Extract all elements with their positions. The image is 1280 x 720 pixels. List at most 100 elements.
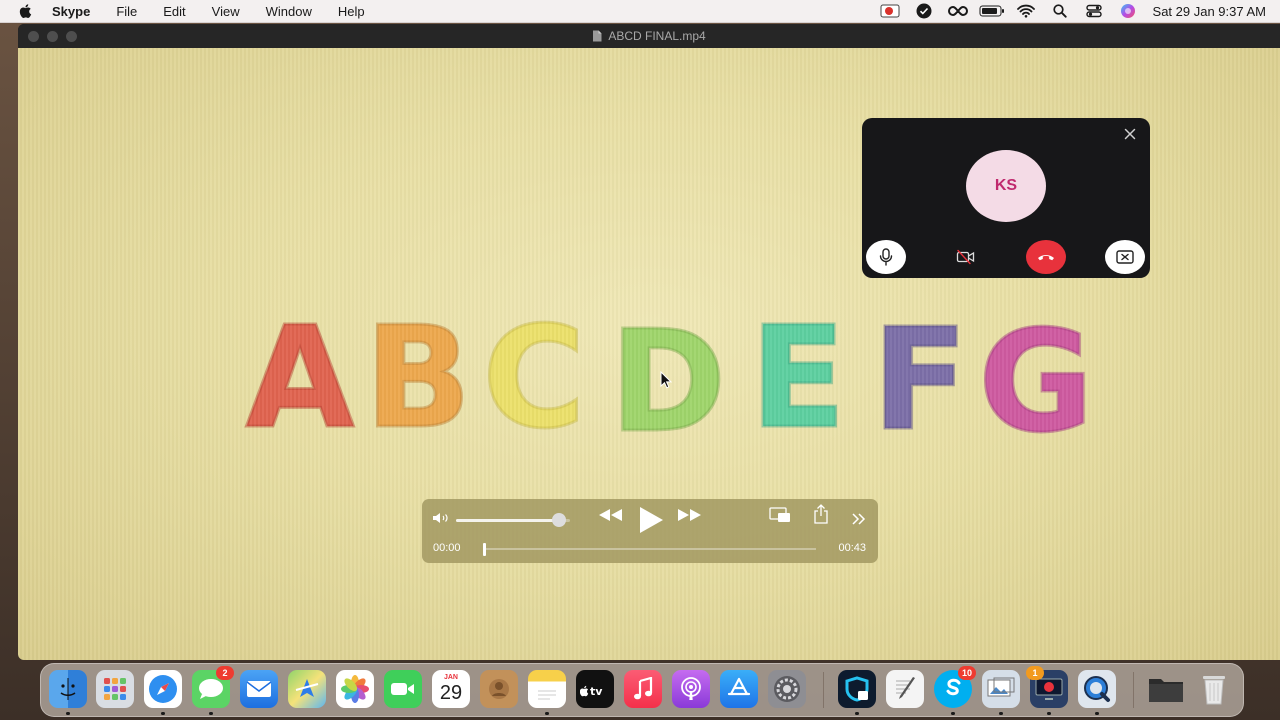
dock-facetime[interactable] xyxy=(384,670,422,708)
menu-help[interactable]: Help xyxy=(325,4,378,19)
dock-mail[interactable] xyxy=(240,670,278,708)
spotlight-search-icon[interactable] xyxy=(1043,0,1077,22)
dock-separator-2 xyxy=(1133,672,1134,708)
dock-separator-1 xyxy=(823,672,824,708)
dock-system-preferences[interactable] xyxy=(768,670,806,708)
video-letter-f: F xyxy=(872,299,968,438)
mail-envelope-icon xyxy=(246,681,272,697)
volume-knob[interactable] xyxy=(551,513,566,527)
hang-up-icon xyxy=(1038,255,1054,261)
dock-contacts[interactable] xyxy=(480,670,518,708)
dock-maps[interactable] xyxy=(288,670,326,708)
dock-photos[interactable] xyxy=(336,670,374,708)
dock-trash[interactable] xyxy=(1195,670,1233,708)
menu-app-name[interactable]: Skype xyxy=(44,4,103,19)
messages-bubble-icon xyxy=(199,679,223,699)
video-letter-e: E xyxy=(750,298,846,438)
video-off-icon xyxy=(956,249,975,265)
messages-running-indicator xyxy=(209,712,213,715)
play-icon xyxy=(640,507,663,533)
apple-tv-icon: tv xyxy=(580,685,603,697)
quicktime-running-indicator xyxy=(1095,712,1099,715)
svg-text:tv: tv xyxy=(590,685,603,697)
more-options-button[interactable] xyxy=(848,509,870,529)
screen-record-icon[interactable] xyxy=(873,0,907,22)
total-duration: 00:43 xyxy=(838,542,866,554)
rewind-icon xyxy=(599,509,622,521)
wifi-icon[interactable] xyxy=(1009,0,1043,22)
gear-icon xyxy=(774,676,800,702)
dock-quicktime[interactable] xyxy=(1078,670,1116,708)
skype-running-indicator xyxy=(951,712,955,715)
timeline-scrubber[interactable] xyxy=(483,543,816,556)
creative-cloud-icon[interactable] xyxy=(941,0,975,22)
video-toggle-button[interactable] xyxy=(946,240,986,274)
dock-app-store[interactable] xyxy=(720,670,758,708)
playhead[interactable] xyxy=(483,543,486,556)
close-icon[interactable] xyxy=(1122,126,1138,142)
volume-level xyxy=(456,519,559,522)
dock-folder[interactable] xyxy=(1147,670,1185,708)
dock-skype[interactable]: 10 xyxy=(934,666,976,708)
window-zoom-button[interactable] xyxy=(66,31,77,42)
play-button[interactable] xyxy=(636,503,666,537)
menu-edit[interactable]: Edit xyxy=(150,4,198,19)
skype-call-window[interactable]: KS xyxy=(862,118,1150,278)
mute-button[interactable] xyxy=(866,240,906,274)
maps-icon xyxy=(295,679,319,697)
screen-share-running-indicator xyxy=(1047,712,1051,715)
dock-apple-tv[interactable]: tv xyxy=(576,670,614,708)
finder-icon xyxy=(60,678,76,700)
dock-badge-2: 1 xyxy=(1026,666,1044,680)
dock: 2 JAN 29 tv 10 1 xyxy=(40,663,1244,717)
share-screen-button[interactable] xyxy=(1105,240,1145,274)
control-center-icon[interactable] xyxy=(1077,0,1111,22)
share-button[interactable] xyxy=(810,503,832,525)
playback-controls[interactable]: 00:00 00:43 xyxy=(422,499,878,563)
battery-icon[interactable] xyxy=(975,0,1009,22)
volume-icon[interactable] xyxy=(432,511,452,525)
abc-letters-graphic: A B C D E F G xyxy=(244,296,1095,466)
messages-badge: 2 xyxy=(216,666,234,680)
stop-sharing-icon xyxy=(1116,250,1134,264)
share-icon xyxy=(814,504,828,524)
microphone-icon xyxy=(879,248,893,266)
preview-photos-icon xyxy=(987,677,1015,697)
siri-icon[interactable] xyxy=(1111,0,1145,22)
dock-preview[interactable] xyxy=(982,670,1020,708)
dock-calendar[interactable]: JAN 29 xyxy=(432,670,470,708)
menu-bar-clock[interactable]: Sat 29 Jan 9:37 AM xyxy=(1145,4,1280,19)
menu-view[interactable]: View xyxy=(199,4,253,19)
dock-screen-share[interactable]: 1 xyxy=(1026,666,1068,708)
document-icon xyxy=(593,30,602,42)
checkmark-icon[interactable] xyxy=(907,0,941,22)
vpn-running-indicator xyxy=(855,712,859,715)
rewind-button[interactable] xyxy=(596,505,626,525)
dock-vpn[interactable] xyxy=(838,670,876,708)
window-title-bar[interactable]: ABCD FINAL.mp4 xyxy=(18,24,1280,48)
window-close-button[interactable] xyxy=(28,31,39,42)
end-call-button[interactable] xyxy=(1026,240,1066,274)
dock-textedit[interactable] xyxy=(886,670,924,708)
menu-window[interactable]: Window xyxy=(253,4,325,19)
current-time: 00:00 xyxy=(433,542,461,554)
dock-notes[interactable] xyxy=(528,670,566,708)
menu-bar: Skype File Edit View Window Help Sat 29 … xyxy=(0,0,1280,23)
dock-launchpad[interactable] xyxy=(96,670,134,708)
dock-messages[interactable]: 2 xyxy=(192,666,234,708)
dock-finder[interactable] xyxy=(49,670,87,708)
window-minimize-button[interactable] xyxy=(47,31,58,42)
quicktime-icon xyxy=(1084,676,1110,702)
dock-music[interactable] xyxy=(624,670,662,708)
notes-running-indicator xyxy=(545,712,549,715)
picture-in-picture-button[interactable] xyxy=(768,505,792,525)
video-letter-c: C xyxy=(483,298,586,438)
dock-safari[interactable] xyxy=(144,670,182,708)
dock-podcasts[interactable] xyxy=(672,670,710,708)
fast-forward-button[interactable] xyxy=(674,505,704,525)
photos-flower-icon xyxy=(341,675,369,703)
menu-file[interactable]: File xyxy=(103,4,150,19)
preview-running-indicator xyxy=(999,712,1003,715)
chevron-double-right-icon xyxy=(852,513,866,525)
apple-menu-icon[interactable] xyxy=(18,3,34,19)
